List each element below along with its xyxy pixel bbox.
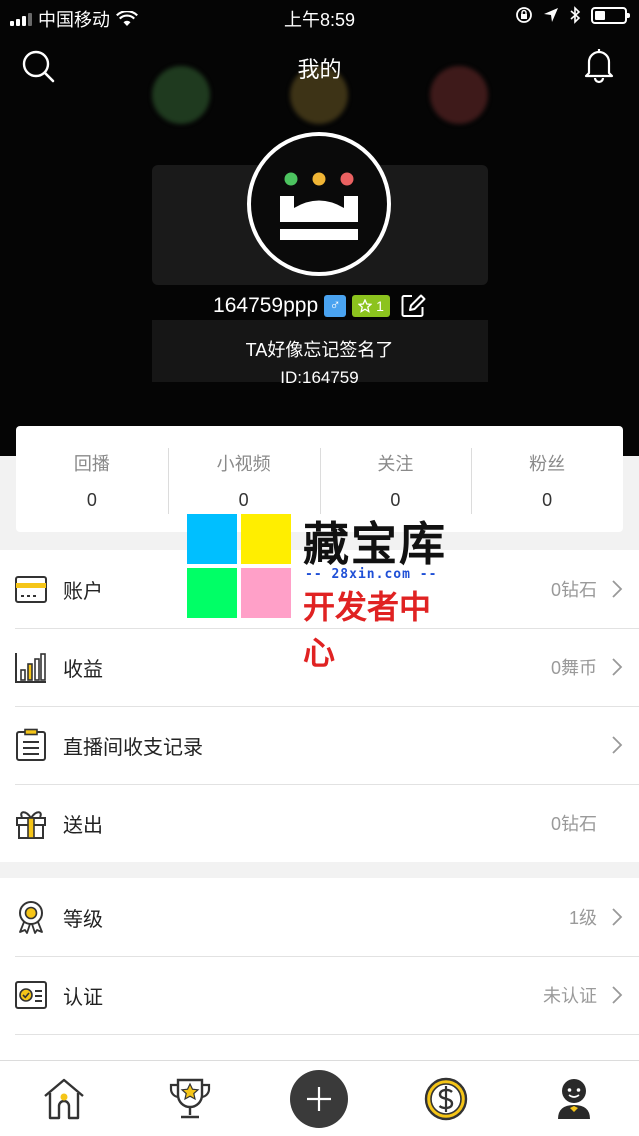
signature[interactable]: TA好像忘记签名了 [0,336,639,362]
stat-value: 0 [86,490,97,510]
stat-label: 关注 [377,454,414,474]
watermark-square [241,514,291,564]
medal-icon [19,901,43,934]
stat-label: 粉丝 [529,454,566,474]
battery-icon [591,6,630,24]
menu-item-sent-gifts[interactable]: 送出 0钻石 [0,784,639,862]
dollar-coin-icon[interactable] [422,1075,470,1123]
chevron-right-icon [612,658,623,676]
level-badge: 1 [352,295,390,317]
menu-value: 未认证 [543,986,597,1006]
page-title: 我的 [297,57,342,82]
stat-label: 回播 [73,454,110,474]
publish-button[interactable] [290,1070,348,1128]
menu-value: 0钻石 [550,580,597,600]
avatar[interactable] [247,132,391,276]
watermark: 藏宝库 -- 28xin.com -- 开发者中心 [187,514,457,672]
menu-value: 1级 [568,908,597,928]
card-icon [15,576,47,603]
menu-label: 等级 [63,908,103,931]
home-icon[interactable] [40,1075,88,1123]
menu-label: 送出 [63,814,103,837]
watermark-url: -- 28xin.com -- [305,567,438,582]
username-row: 164759ppp ♂ 1 [0,293,639,319]
menu-item-live-records[interactable]: 直播间收支记录 [0,706,639,784]
bluetooth-icon [570,6,581,24]
stat-value: 0 [542,490,553,510]
chevron-right-icon [612,736,623,754]
menu-group-profile: 等级 1级 认证 未认证 [0,878,639,1060]
menu-value: 0舞币 [550,658,597,678]
star-icon [358,299,373,313]
menu-label: 账户 [63,580,103,603]
watermark-subtitle: 开发者中心 [303,588,432,672]
edit-icon[interactable] [400,293,426,319]
clipboard-icon [16,728,46,761]
menu-label: 直播间收支记录 [63,736,203,759]
rotation-lock-icon [516,7,532,23]
watermark-square [187,568,237,618]
username: 164759ppp [213,294,319,317]
plus-icon [307,1087,331,1111]
stat-value: 0 [238,490,249,510]
bell-icon[interactable] [581,46,617,84]
id-card-icon [15,981,47,1009]
gender-badge: ♂ [324,295,347,317]
trophy-icon[interactable] [166,1075,214,1123]
menu-label: 认证 [63,986,103,1009]
status-bar: 中国移动 上午8:59 [0,0,639,34]
stat-fans[interactable]: 粉丝 0 [471,426,623,532]
crown-logo-icon [280,172,358,240]
user-icon[interactable] [550,1075,598,1123]
level-number: 1 [376,298,384,314]
menu-item-level[interactable]: 等级 1级 [0,878,639,956]
user-id: ID:164759 [280,368,359,387]
chevron-right-icon [612,908,623,926]
chevron-right-icon [612,986,623,1004]
menu-value: 0钻石 [550,814,597,834]
chevron-right-icon [612,580,623,598]
bar-chart-icon [15,653,46,683]
menu-label: 收益 [63,658,103,681]
watermark-square [187,514,237,564]
stat-replays[interactable]: 回播 0 [16,426,168,532]
gift-icon [16,811,46,839]
profile-header: 中国移动 上午8:59 我的 164759ppp ♂ 1 TA好像忘记签名了 I… [0,0,639,456]
menu-item-partial[interactable] [0,1034,639,1060]
menu-item-verification[interactable]: 认证 未认证 [0,956,639,1034]
stat-label: 小视频 [216,454,271,474]
tab-bar [0,1060,639,1136]
watermark-title: 藏宝库 [303,517,447,571]
watermark-square [241,568,291,618]
location-icon [544,8,558,22]
nav-bar: 我的 [0,40,639,92]
